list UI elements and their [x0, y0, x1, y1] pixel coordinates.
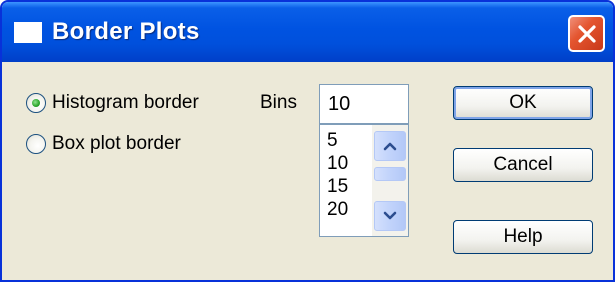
help-button[interactable]: Help: [453, 220, 593, 254]
list-item[interactable]: 10: [327, 152, 348, 175]
close-icon: [577, 24, 596, 43]
bins-input[interactable]: [319, 84, 409, 124]
radio-label: Histogram border: [52, 92, 199, 113]
radio-selected-dot: [32, 99, 40, 107]
dialog-window: Border Plots Histogram border Box plot b…: [0, 0, 615, 282]
chevron-down-icon: [383, 211, 397, 220]
cancel-button[interactable]: Cancel: [453, 148, 593, 182]
bins-label: Bins: [260, 92, 297, 113]
radio-button[interactable]: [26, 93, 46, 113]
scroll-thumb[interactable]: [374, 167, 406, 181]
close-button[interactable]: [568, 15, 605, 52]
radio-button[interactable]: [26, 134, 46, 154]
title-bar[interactable]: Border Plots: [2, 2, 613, 62]
chevron-up-icon: [383, 142, 397, 151]
scroll-up-button[interactable]: [374, 131, 406, 161]
list-item[interactable]: 20: [327, 198, 348, 221]
list-item[interactable]: 5: [327, 129, 348, 152]
radio-histogram-border[interactable]: Histogram border: [26, 89, 199, 117]
bins-listbox[interactable]: 5 10 15 20: [319, 124, 409, 237]
radio-label: Box plot border: [52, 133, 181, 154]
window-title: Border Plots: [52, 18, 200, 45]
scroll-down-button[interactable]: [374, 201, 406, 231]
radio-box-plot-border[interactable]: Box plot border: [26, 130, 181, 158]
ok-button[interactable]: OK: [453, 86, 593, 120]
listbox-scrollbar[interactable]: [372, 125, 408, 236]
window-icon: [14, 22, 42, 43]
list-item[interactable]: 15: [327, 175, 348, 198]
dialog-body: Histogram border Box plot border Bins 5 …: [2, 62, 613, 280]
